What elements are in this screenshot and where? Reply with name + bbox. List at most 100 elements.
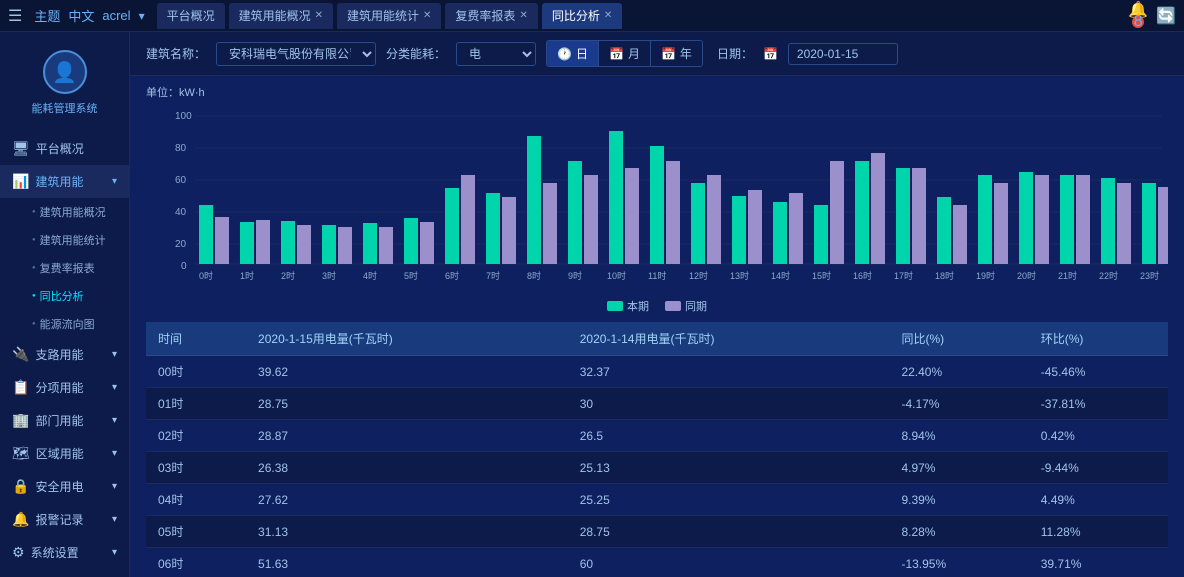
sidebar-sub-rate-report[interactable]: 复费率报表 xyxy=(20,254,129,282)
sidebar-item-safety[interactable]: 🔒 安全用电 ▾ xyxy=(0,470,129,503)
sidebar-sub-yoy[interactable]: 同比分析 xyxy=(20,282,129,310)
table-cell: 00时 xyxy=(146,356,246,388)
svg-text:1时: 1时 xyxy=(240,270,254,281)
bar-current xyxy=(568,161,582,264)
table-cell: 8.94% xyxy=(889,420,1028,452)
chart-area: 单位：kW·h 100 80 60 40 20 0 xyxy=(130,76,1184,322)
table-cell: 51.63 xyxy=(246,548,568,577)
tab-rate-report[interactable]: 复费率报表 ✕ xyxy=(445,3,537,29)
expand-arrow-icon: ▾ xyxy=(112,382,117,393)
user-label[interactable]: acrel xyxy=(102,8,130,23)
bar-current xyxy=(609,131,623,264)
expand-arrow-icon: ▾ xyxy=(112,448,117,459)
svg-text:40: 40 xyxy=(175,207,187,218)
bar-previous xyxy=(830,161,844,264)
sidebar-item-platform[interactable]: 🖥 平台概况 xyxy=(0,132,129,165)
region-icon: 🗺 xyxy=(12,445,30,462)
bar-current xyxy=(978,175,992,264)
expand-arrow-icon: ▾ xyxy=(112,349,117,360)
top-navbar: ☰ 主题 中文 acrel ▾ 平台概况 建筑用能概况 ✕ 建筑用能统计 ✕ 复… xyxy=(0,0,1184,32)
col-mom: 环比(%) xyxy=(1029,322,1168,356)
bar-current xyxy=(691,183,705,264)
bar-chart-svg: 100 80 60 40 20 0 xyxy=(146,104,1168,284)
main-content: 建筑名称： 安科瑞电气股份有限公司A楼 分类能耗： 电 🕐 日 📅 月 📅 xyxy=(130,32,1184,577)
svg-text:16时: 16时 xyxy=(853,270,872,281)
lang-label[interactable]: 中文 xyxy=(68,6,94,25)
subitem-icon: 📋 xyxy=(12,379,29,396)
bar-current xyxy=(1101,178,1115,264)
table-cell: 06时 xyxy=(146,548,246,577)
svg-text:13时: 13时 xyxy=(730,270,749,281)
sidebar-sub-building-stats[interactable]: 建筑用能统计 xyxy=(20,226,129,254)
sidebar-item-branch[interactable]: 🔌 支路用能 ▾ xyxy=(0,338,129,371)
table-cell: 25.25 xyxy=(568,484,890,516)
bar-current xyxy=(281,221,295,264)
table-cell: 32.37 xyxy=(568,356,890,388)
bar-previous xyxy=(584,175,598,264)
calendar-icon: 📅 xyxy=(609,47,624,61)
tab-close-icon[interactable]: ✕ xyxy=(423,10,431,21)
sidebar-item-settings[interactable]: ⚙ 系统设置 ▾ xyxy=(0,536,129,569)
sidebar-item-subitem[interactable]: 📋 分项用能 ▾ xyxy=(0,371,129,404)
main-layout: 👤 能耗管理系统 🖥 平台概况 📊 建筑用能 ▾ 建筑用能概况 建筑用能统计 复… xyxy=(0,32,1184,577)
sidebar-item-region[interactable]: 🗺 区域用能 ▾ xyxy=(0,437,129,470)
sidebar: 👤 能耗管理系统 🖥 平台概况 📊 建筑用能 ▾ 建筑用能概况 建筑用能统计 复… xyxy=(0,32,130,577)
sidebar-submenu-building: 建筑用能概况 建筑用能统计 复费率报表 同比分析 能源流向图 xyxy=(0,198,129,338)
svg-text:17时: 17时 xyxy=(894,270,913,281)
bar-current xyxy=(527,136,541,264)
svg-text:14时: 14时 xyxy=(771,270,790,281)
bar-previous xyxy=(256,220,270,264)
bar-previous xyxy=(789,193,803,264)
table-body: 00时39.6232.3722.40%-45.46%01时28.7530-4.1… xyxy=(146,356,1168,577)
bar-previous xyxy=(1158,187,1168,264)
svg-text:0时: 0时 xyxy=(199,270,213,281)
svg-text:9时: 9时 xyxy=(568,270,582,281)
svg-text:12时: 12时 xyxy=(689,270,708,281)
sidebar-sub-energy-flow[interactable]: 能源流向图 xyxy=(20,310,129,338)
svg-text:7时: 7时 xyxy=(486,270,500,281)
svg-text:23时: 23时 xyxy=(1140,270,1159,281)
svg-text:19时: 19时 xyxy=(976,270,995,281)
svg-text:80: 80 xyxy=(175,143,187,154)
table-cell: 4.97% xyxy=(889,452,1028,484)
btn-month[interactable]: 📅 月 xyxy=(598,41,650,66)
tab-close-icon[interactable]: ✕ xyxy=(519,10,527,21)
sidebar-item-alarm[interactable]: 🔔 报警记录 ▾ xyxy=(0,503,129,536)
calendar-icon-small: 📅 xyxy=(763,47,778,61)
table-cell: 28.75 xyxy=(246,388,568,420)
col-previous: 2020-1-14用电量(千瓦时) xyxy=(568,322,890,356)
svg-text:2时: 2时 xyxy=(281,270,295,281)
notification-icon[interactable]: 🔔 8 xyxy=(1128,0,1148,32)
table-cell: 9.39% xyxy=(889,484,1028,516)
system-name: 能耗管理系统 xyxy=(32,100,98,116)
table-cell: 05时 xyxy=(146,516,246,548)
user-dropdown-icon[interactable]: ▾ xyxy=(139,9,145,23)
date-input[interactable] xyxy=(788,43,898,65)
bar-previous xyxy=(994,183,1008,264)
data-table-area[interactable]: 时间 2020-1-15用电量(千瓦时) 2020-1-14用电量(千瓦时) 同… xyxy=(130,322,1184,577)
tab-close-icon[interactable]: ✕ xyxy=(315,10,323,21)
sidebar-item-building[interactable]: 📊 建筑用能 ▾ xyxy=(0,165,129,198)
tab-building-stats[interactable]: 建筑用能统计 ✕ xyxy=(337,3,441,29)
svg-text:100: 100 xyxy=(175,111,192,122)
sidebar-item-dept[interactable]: 🏢 部门用能 ▾ xyxy=(0,404,129,437)
table-cell: 31.13 xyxy=(246,516,568,548)
btn-year[interactable]: 📅 年 xyxy=(650,41,702,66)
tab-yoy-analysis[interactable]: 同比分析 ✕ xyxy=(542,3,622,29)
menu-icon[interactable]: ☰ xyxy=(8,6,22,26)
sidebar-sub-building-overview[interactable]: 建筑用能概况 xyxy=(20,198,129,226)
bar-previous xyxy=(543,183,557,264)
bar-previous xyxy=(461,175,475,264)
table-row: 04时27.6225.259.39%4.49% xyxy=(146,484,1168,516)
tab-building-overview[interactable]: 建筑用能概况 ✕ xyxy=(229,3,333,29)
building-select[interactable]: 安科瑞电气股份有限公司A楼 xyxy=(216,42,376,66)
period-btn-group: 🕐 日 📅 月 📅 年 xyxy=(546,40,703,67)
tab-platform[interactable]: 平台概况 xyxy=(157,3,225,29)
refresh-icon[interactable]: 🔄 xyxy=(1156,6,1176,26)
btn-day[interactable]: 🕐 日 xyxy=(547,41,598,66)
category-select[interactable]: 电 xyxy=(456,42,536,66)
tab-close-icon[interactable]: ✕ xyxy=(604,10,612,21)
table-cell: 60 xyxy=(568,548,890,577)
svg-text:60: 60 xyxy=(175,175,187,186)
legend-previous: 同期 xyxy=(665,298,707,314)
